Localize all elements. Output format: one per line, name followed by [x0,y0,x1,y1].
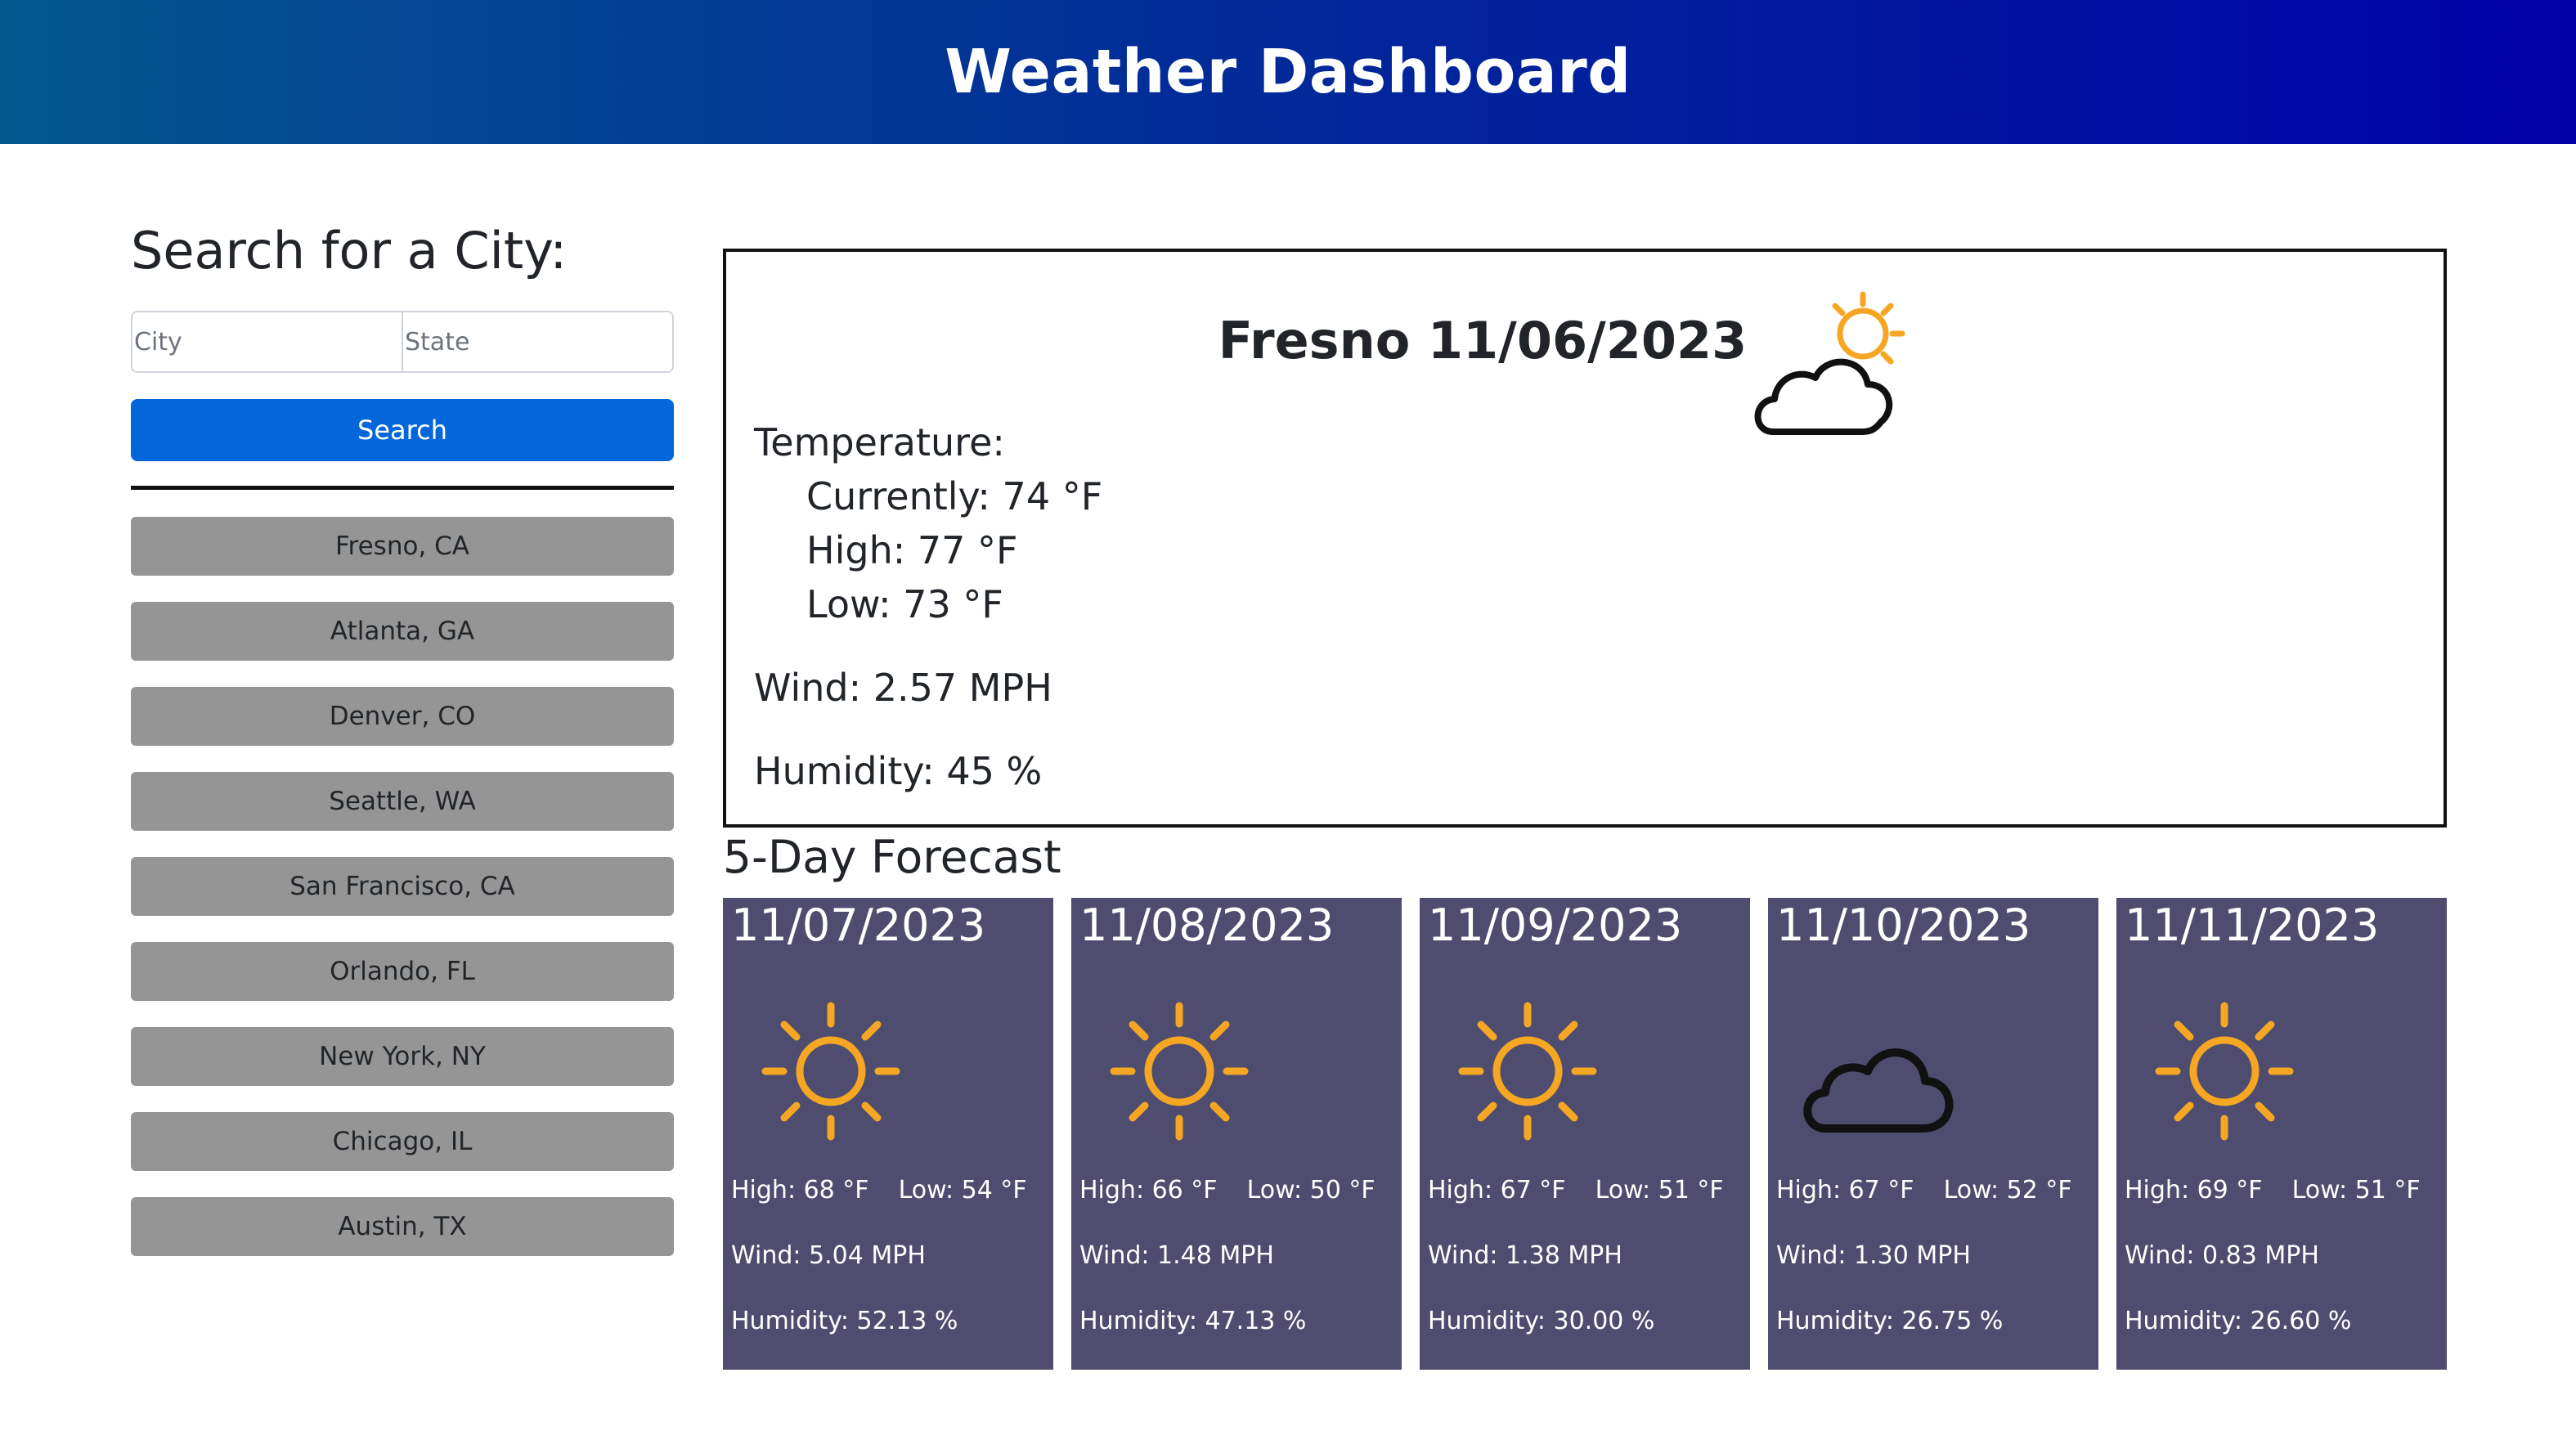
app-header: Weather Dashboard [0,0,2576,144]
forecast-date: 11/08/2023 [1079,899,1335,951]
forecast-high-low: High: 69 °F Low: 51 °F [2125,1176,2421,1205]
forecast-date: 11/09/2023 [1428,899,1683,951]
forecast-card: 11/08/2023 High: 66 °F Low: 50 °F Wind: 1… [1071,898,1402,1370]
search-input-group [131,311,674,373]
forecast-row: 11/07/2023 High: 68 °F Low: 54 °F Wind: 5… [723,898,2447,1370]
current-wind: Wind: 2.57 MPH [754,666,1052,710]
forecast-date: 11/11/2023 [2125,899,2380,951]
forecast-high: High: 68 °F [731,1176,869,1205]
current-details: Temperature: Currently: 74 °F High: 77 °… [754,415,1102,798]
partly-cloudy-icon [1754,291,1905,435]
current-weather-card: Fresno 11/06/2023 Temperature: Currently… [723,249,2447,828]
current-city-date: Fresno 11/06/2023 [1218,311,1748,370]
history-button-denver[interactable]: Denver, CO [131,687,674,746]
forecast-high-low: High: 67 °F Low: 51 °F [1428,1176,1724,1205]
sun-icon [761,1002,900,1141]
forecast-wind: Wind: 0.83 MPH [2125,1241,2319,1270]
city-input[interactable] [132,312,402,371]
history-button-san-francisco[interactable]: San Francisco, CA [131,857,674,916]
history-button-new-york[interactable]: New York, NY [131,1027,674,1086]
history-button-austin[interactable]: Austin, TX [131,1197,674,1256]
forecast-humidity: Humidity: 26.60 % [2125,1307,2352,1335]
forecast-high: High: 66 °F [1079,1176,1218,1205]
forecast-card: 11/09/2023 High: 67 °F Low: 51 °F Wind: 1… [1420,898,1750,1370]
cloud-icon [1803,1048,1954,1133]
forecast-humidity: Humidity: 30.00 % [1428,1307,1655,1335]
history-button-orlando[interactable]: Orlando, FL [131,942,674,1001]
history-button-fresno[interactable]: Fresno, CA [131,517,674,576]
sun-icon [1110,1002,1249,1141]
forecast-high: High: 67 °F [1428,1176,1566,1205]
temperature-label: Temperature: [754,420,1005,464]
search-sidebar: Search for a City: Search Fresno, CA Atl… [131,221,674,1256]
sun-icon [1458,1002,1597,1141]
forecast-high-low: High: 67 °F Low: 52 °F [1776,1176,2072,1205]
forecast-low: Low: 51 °F [1595,1176,1724,1205]
page-title: Weather Dashboard [945,37,1631,107]
forecast-wind: Wind: 1.38 MPH [1428,1241,1622,1270]
history-button-chicago[interactable]: Chicago, IL [131,1112,674,1171]
search-button[interactable]: Search [131,399,674,461]
forecast-card: 11/10/2023 High: 67 °F Low: 52 °F Wind: 1… [1768,898,2098,1370]
forecast-low: Low: 52 °F [1943,1176,2072,1205]
forecast-high-low: High: 66 °F Low: 50 °F [1079,1176,1376,1205]
current-low: Low: 73 °F [806,582,1003,626]
forecast-high: High: 69 °F [2125,1176,2263,1205]
forecast-wind: Wind: 1.30 MPH [1776,1241,1971,1270]
current-high: High: 77 °F [806,528,1018,572]
forecast-low: Low: 51 °F [2291,1176,2421,1205]
forecast-date: 11/10/2023 [1776,899,2031,951]
forecast-humidity: Humidity: 26.75 % [1776,1307,2004,1335]
sidebar-divider [131,486,674,490]
forecast-card: 11/07/2023 High: 68 °F Low: 54 °F Wind: 5… [723,898,1053,1370]
forecast-low: Low: 54 °F [898,1176,1027,1205]
current-temp: Currently: 74 °F [806,474,1103,518]
forecast-humidity: Humidity: 47.13 % [1079,1307,1307,1335]
forecast-high-low: High: 68 °F Low: 54 °F [731,1176,1027,1205]
sun-icon [2155,1002,2294,1141]
forecast-low: Low: 50 °F [1246,1176,1376,1205]
search-history-list: Fresno, CA Atlanta, GA Denver, CO Seattl… [131,517,674,1282]
search-heading: Search for a City: [131,221,568,280]
forecast-wind: Wind: 5.04 MPH [731,1241,926,1270]
forecast-heading: 5-Day Forecast [723,831,1061,883]
current-humidity: Humidity: 45 % [754,749,1043,793]
forecast-card: 11/11/2023 High: 69 °F Low: 51 °F Wind: 0… [2116,898,2447,1370]
forecast-high: High: 67 °F [1776,1176,1914,1205]
forecast-date: 11/07/2023 [731,899,986,951]
forecast-humidity: Humidity: 52.13 % [731,1307,958,1335]
history-button-seattle[interactable]: Seattle, WA [131,772,674,831]
state-input[interactable] [402,312,672,371]
history-button-atlanta[interactable]: Atlanta, GA [131,602,674,661]
forecast-wind: Wind: 1.48 MPH [1079,1241,1274,1270]
